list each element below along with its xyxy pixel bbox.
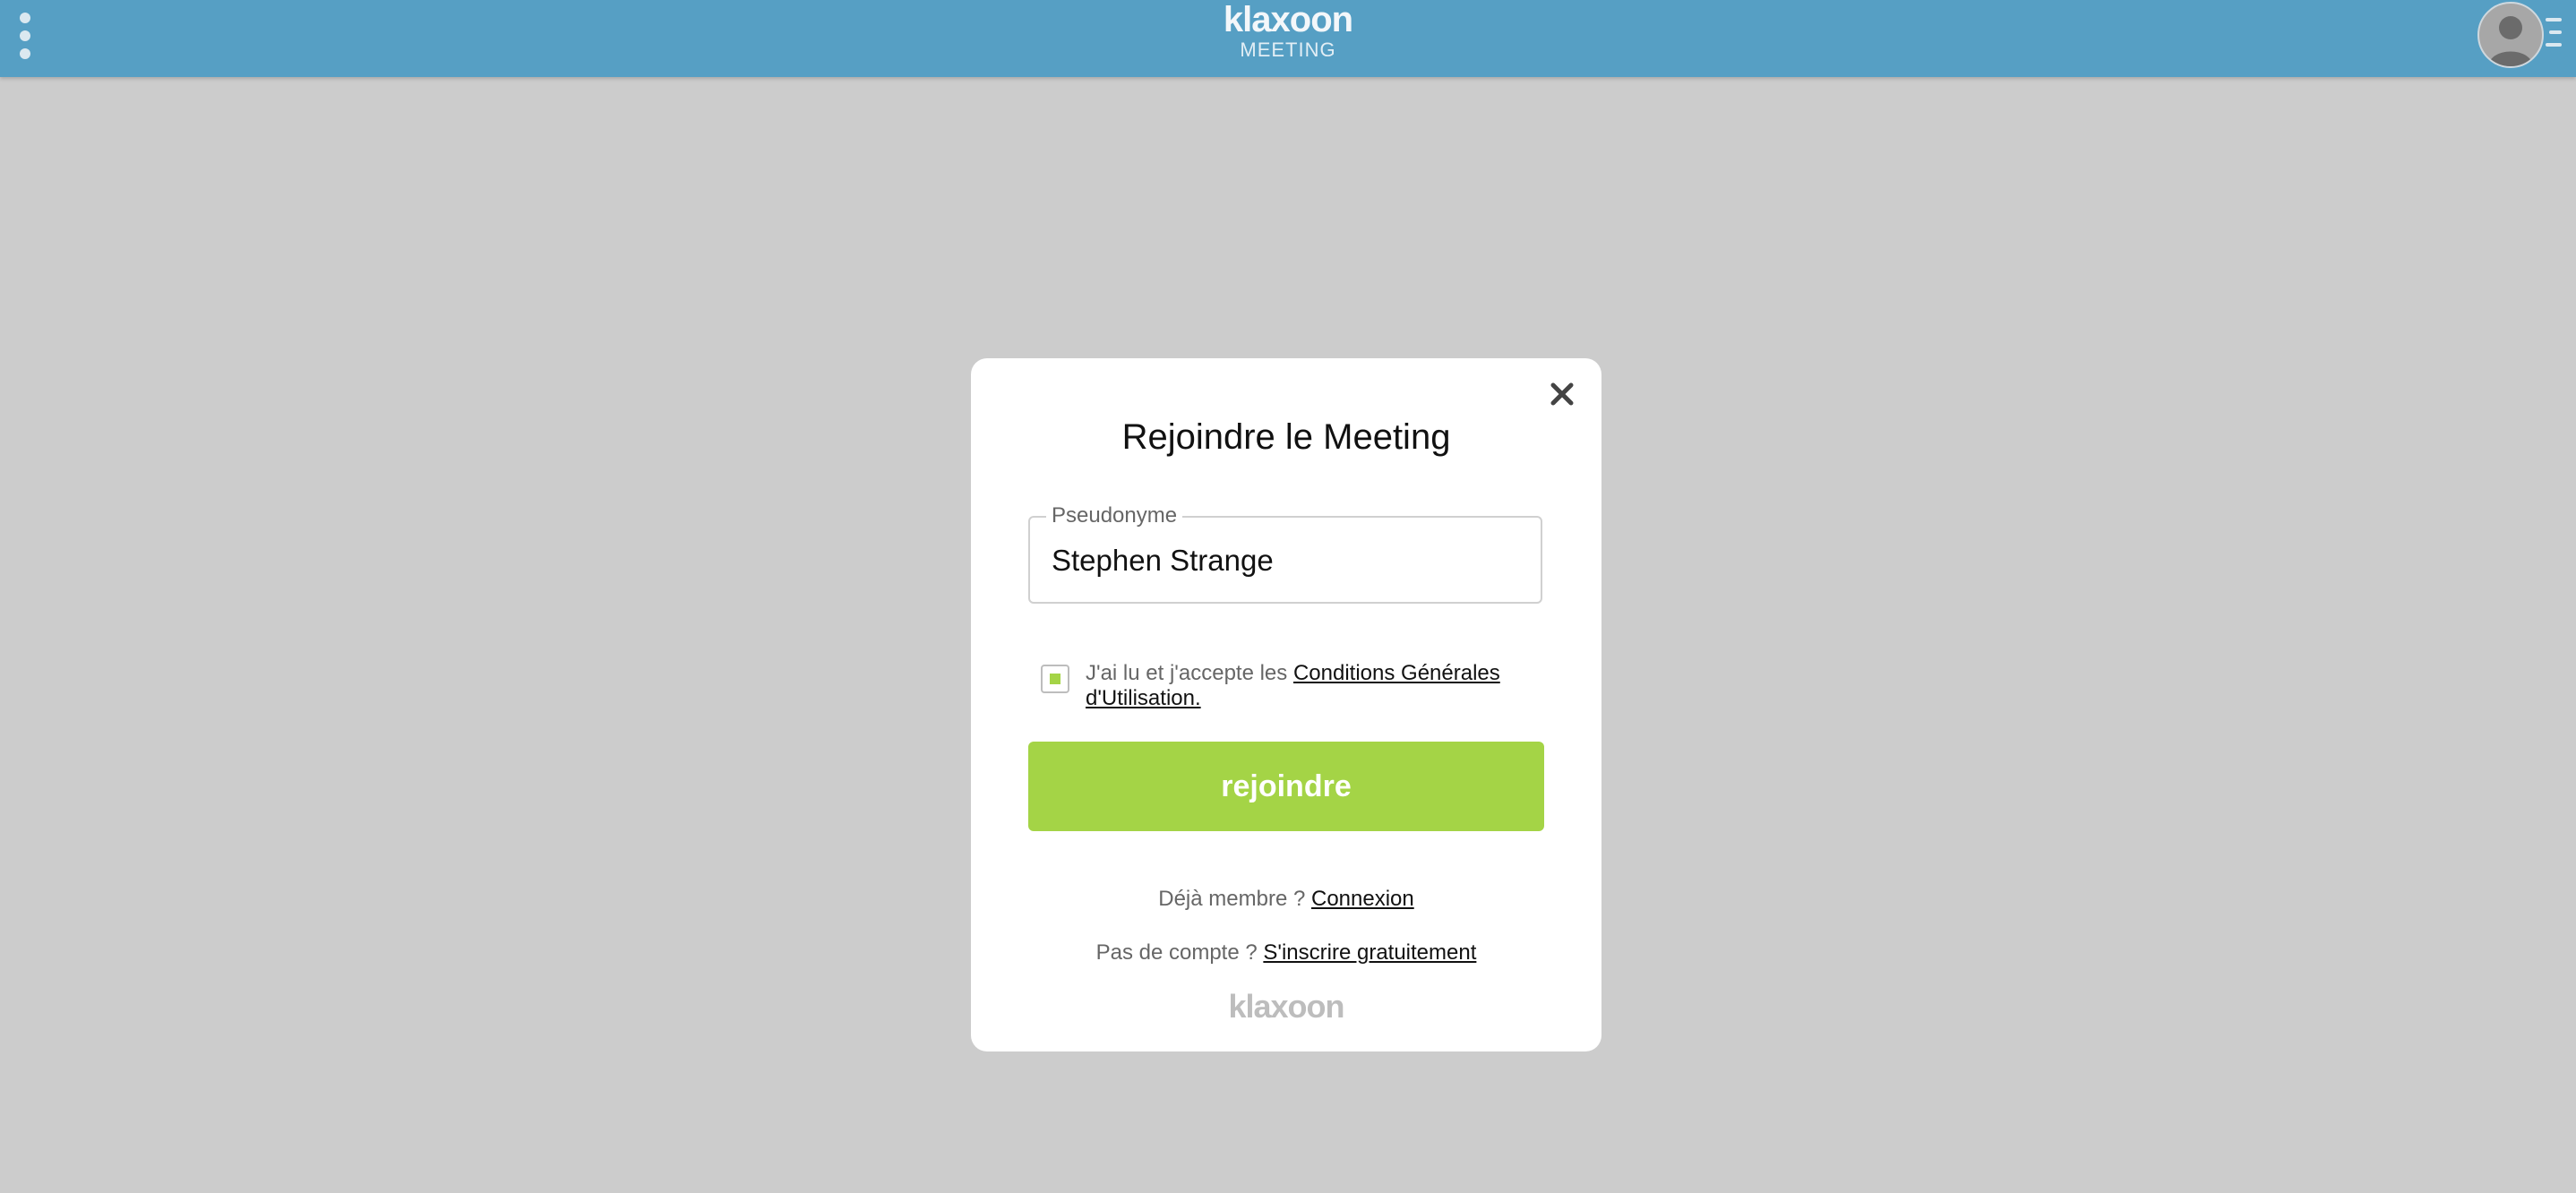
close-icon[interactable]: [1548, 380, 1576, 408]
nickname-field: Pseudonyme: [1028, 503, 1542, 604]
already-member-line: Déjà membre ? Connexion: [971, 887, 1601, 912]
no-account-line: Pas de compte ? S'inscrire gratuitement: [971, 940, 1601, 966]
top-bar: klaxoon MEETING: [0, 0, 2576, 77]
nickname-input[interactable]: [1052, 539, 1517, 582]
terms-checkbox[interactable]: [1041, 665, 1069, 693]
nickname-label: Pseudonyme: [1046, 503, 1183, 528]
user-avatar-icon: [2477, 2, 2544, 68]
dialog-title: Rejoindre le Meeting: [1121, 417, 1451, 457]
kebab-menu-icon[interactable]: [16, 13, 34, 59]
brand: klaxoon MEETING: [1109, 0, 1467, 77]
checkbox-checked-indicator: [1050, 674, 1060, 684]
footer-klaxoon-logo: klaxoon: [1228, 988, 1344, 1025]
consent-prefix: J'ai lu et j'accepte les: [1086, 661, 1293, 685]
klaxoon-logo: klaxoon: [1223, 0, 1353, 39]
user-menu-button[interactable]: [2477, 2, 2562, 68]
brand-subtitle: MEETING: [1240, 39, 1336, 61]
already-member-text: Déjà membre ?: [1158, 887, 1306, 911]
hamburger-menu-icon: [2542, 18, 2562, 48]
signup-link[interactable]: S'inscrire gratuitement: [1263, 940, 1476, 965]
no-account-text: Pas de compte ?: [1095, 940, 1258, 965]
login-link[interactable]: Connexion: [1311, 887, 1414, 911]
join-meeting-dialog: Rejoindre le Meeting Pseudonyme J'ai lu …: [971, 358, 1601, 1051]
join-button[interactable]: rejoindre: [1028, 742, 1544, 831]
terms-consent-text: J'ai lu et j'accepte les Conditions Géné…: [1086, 661, 1551, 711]
